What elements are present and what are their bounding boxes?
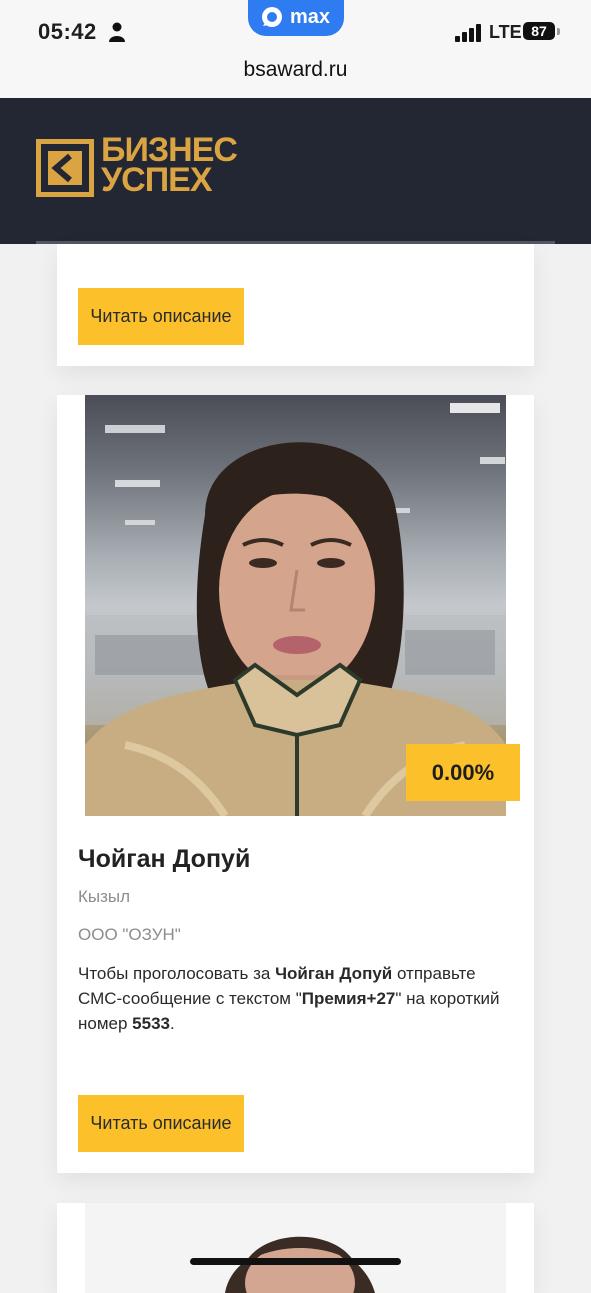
signal-bars-icon <box>455 24 481 42</box>
network-type: LTE <box>489 22 522 42</box>
vote-text-4: . <box>170 1014 175 1033</box>
vote-nominee-name: Чойган Допуй <box>275 964 393 983</box>
max-app-pill[interactable]: max <box>248 0 344 36</box>
vote-short-number: 5533 <box>132 1014 170 1033</box>
home-indicator[interactable] <box>190 1258 401 1265</box>
nominee-card: Читать описание <box>57 244 534 366</box>
brand-logo-icon[interactable] <box>36 139 94 197</box>
portrait-illustration <box>225 1236 375 1293</box>
nominee-card <box>57 1203 534 1293</box>
nominee-name: Чойган Допуй <box>78 845 251 873</box>
chat-bubble-icon <box>262 7 282 27</box>
brand-name[interactable]: БИЗНЕС УСПЕХ <box>101 133 238 199</box>
battery-icon: 87 <box>523 22 555 40</box>
vote-sms-code: Премия+27 <box>301 989 396 1008</box>
nominee-city: Кызыл <box>78 887 131 906</box>
site-header: БИЗНЕС УСПЕХ <box>0 98 591 244</box>
read-description-button[interactable]: Читать описание <box>78 288 244 345</box>
brand-line-2: УСПЕХ <box>101 161 212 199</box>
nominee-organization: ООО "ОЗУН" <box>78 925 181 944</box>
nominee-photo[interactable] <box>85 1203 506 1293</box>
nominee-card: 0.00% Чойган Допуй Кызыл ООО "ОЗУН" Чтоб… <box>57 395 534 1173</box>
clock: 05:42 <box>38 19 97 44</box>
max-label: max <box>290 6 331 28</box>
read-description-button[interactable]: Читать описание <box>78 1095 244 1152</box>
status-bar: 05:42 max LTE 87 bsaward.ru <box>0 0 591 98</box>
vote-text-1: Чтобы проголосовать за <box>78 964 276 983</box>
vote-instructions: Чтобы проголосовать за Чойган Допуй отпр… <box>78 961 518 1036</box>
address-bar-url[interactable]: bsaward.ru <box>0 58 591 82</box>
battery-tip <box>557 28 560 35</box>
person-icon <box>109 22 125 42</box>
vote-percent-badge: 0.00% <box>406 744 520 801</box>
